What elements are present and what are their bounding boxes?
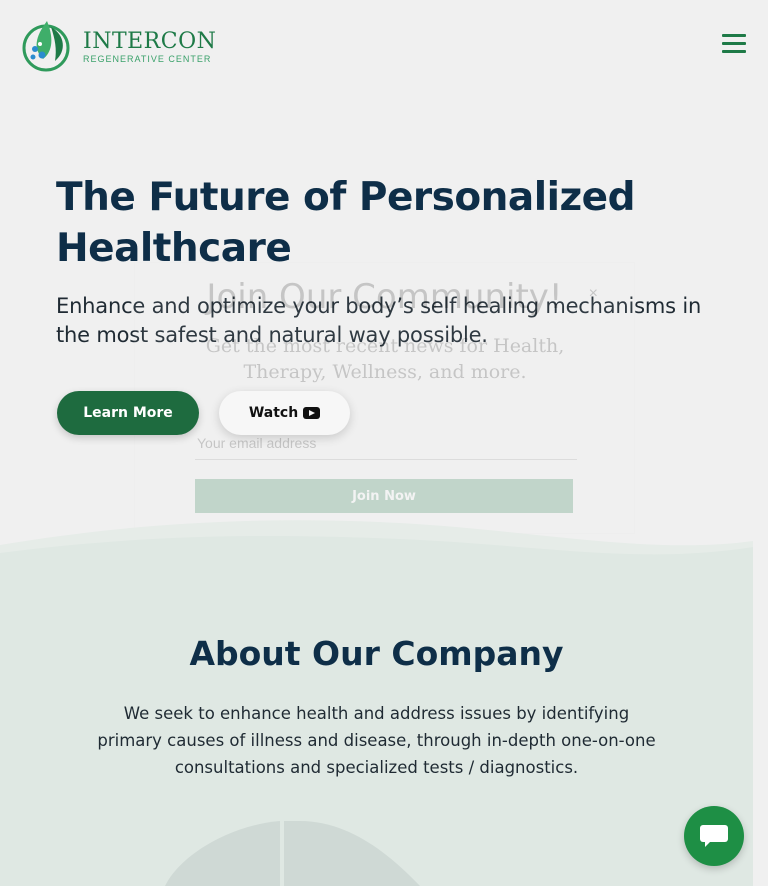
logo-name: INTERCON — [83, 29, 217, 54]
about-title: About Our Company — [189, 634, 564, 673]
logo-subtitle: REGENERATIVE CENTER — [83, 54, 212, 64]
hero-title: The Future of Personalized Healthcare — [56, 175, 636, 271]
watch-button[interactable]: Watch — [219, 391, 350, 435]
watch-label: Watch — [248, 405, 299, 421]
site-header: INTERCON REGENERATIVE CENTER — [0, 0, 768, 90]
popup-title: Join Our Community! — [206, 277, 563, 317]
drop-leaf-logo-icon — [22, 21, 70, 72]
hamburger-menu-icon[interactable] — [722, 34, 748, 56]
chat-button[interactable] — [684, 806, 744, 866]
join-now-button[interactable]: Join Now — [195, 479, 573, 513]
learn-more-button[interactable]: Learn More — [57, 391, 199, 435]
decorative-background-shape — [165, 821, 420, 886]
newsletter-popup: Join Our Community! × Get the most recen… — [134, 262, 635, 534]
popup-description: Get the most recent news for Health, The… — [205, 335, 565, 383]
about-text: We seek to enhance health and address is… — [97, 704, 656, 777]
close-icon[interactable]: × — [589, 285, 598, 303]
chat-bubble-icon — [700, 825, 728, 847]
intercon-logo[interactable]: INTERCON REGENERATIVE CENTER — [21, 13, 216, 73]
youtube-play-icon — [303, 407, 321, 419]
